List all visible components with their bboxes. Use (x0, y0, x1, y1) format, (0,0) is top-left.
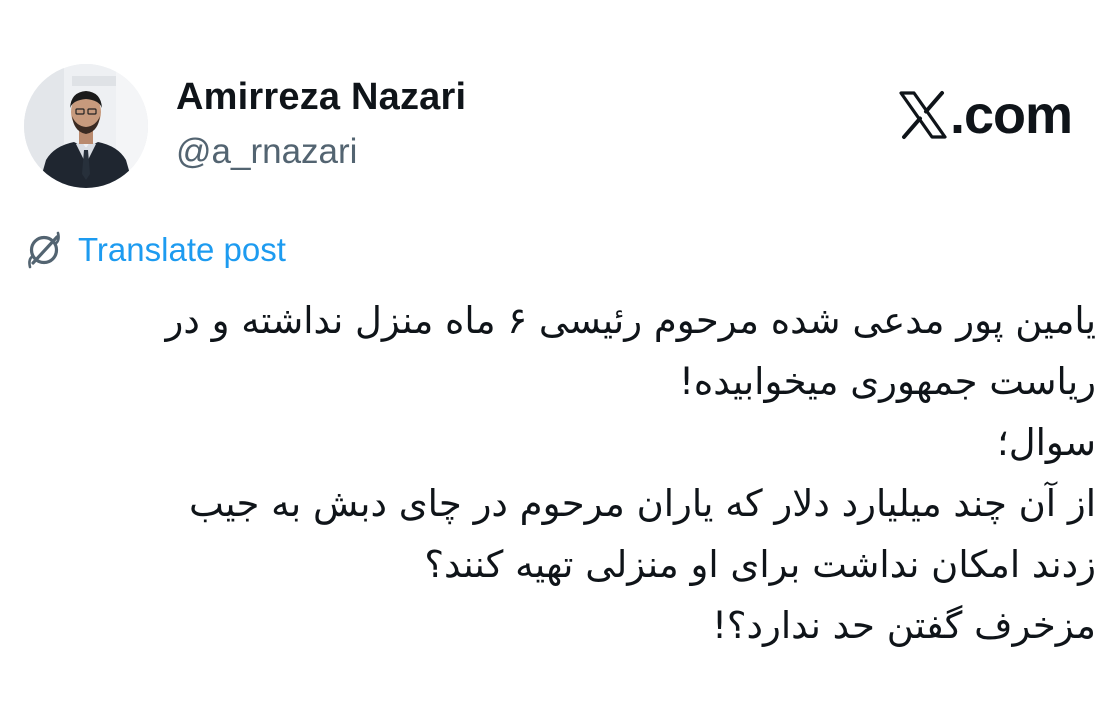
author-handle[interactable]: @a_rnazari (176, 132, 357, 172)
post-text-line: زدند امکان نداشت برای او منزلی تهیه کنند… (424, 543, 1096, 586)
post-text-line: ریاست جمهوری میخوابیده! (679, 360, 1096, 403)
site-brand: .com (898, 82, 1073, 148)
post-text-line: از آن چند میلیارد دلار که یاران مرحوم در… (188, 482, 1096, 525)
translate-globe-icon (28, 231, 60, 269)
brand-domain-text: .com (949, 85, 1073, 145)
post-text: یامین پور مدعی شده مرحوم رئیسی ۶ ماه منز… (24, 290, 1097, 656)
post-text-line: یامین پور مدعی شده مرحوم رئیسی ۶ ماه منز… (165, 299, 1097, 342)
post-text-line: سوال؛ (996, 421, 1096, 464)
x-logo-icon (899, 91, 947, 139)
translate-post-link[interactable]: Translate post (24, 228, 286, 272)
avatar-photo (24, 64, 148, 188)
post-text-line: مزخرف گفتن حد ندارد؟! (712, 604, 1096, 647)
author-avatar[interactable] (24, 64, 148, 188)
translate-post-label: Translate post (78, 231, 286, 268)
author-display-name[interactable]: Amirreza Nazari (176, 76, 466, 119)
